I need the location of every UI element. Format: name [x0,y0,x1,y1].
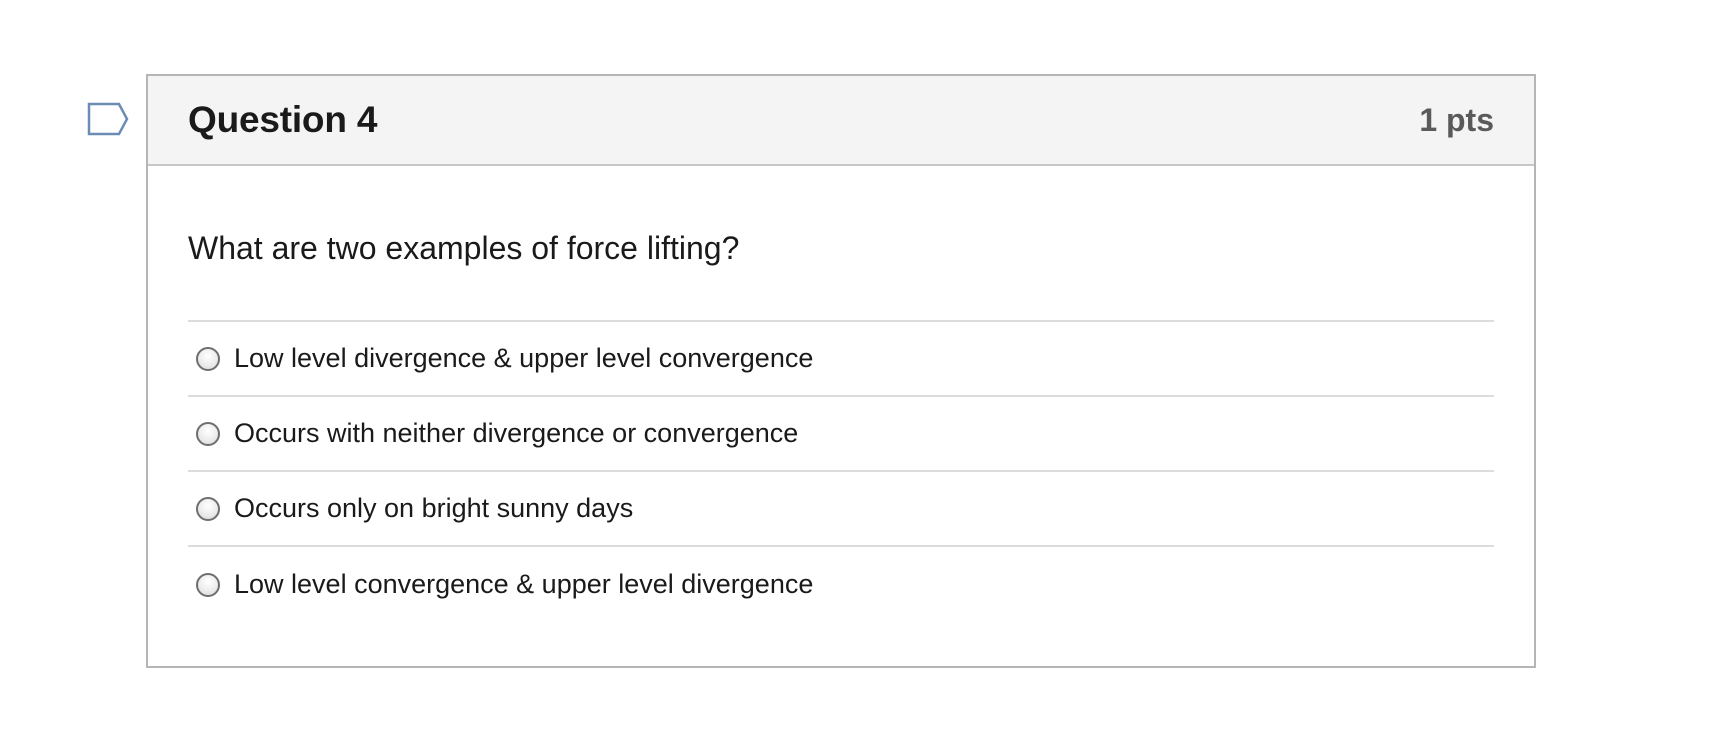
radio-button[interactable] [196,421,220,446]
question-text: What are two examples of force lifting? [188,230,740,266]
answer-option[interactable]: Low level convergence & upper level dive… [188,547,1494,622]
question-body: What are two examples of force lifting? … [148,228,1534,622]
radio-button[interactable] [196,572,220,597]
answer-label: Occurs with neither divergence or conver… [234,418,799,448]
radio-button[interactable] [196,346,220,371]
radio-button[interactable] [196,496,220,521]
answer-label: Occurs only on bright sunny days [234,493,634,523]
answer-option[interactable]: Low level divergence & upper level conve… [188,322,1494,397]
answer-label: Low level divergence & upper level conve… [234,343,814,373]
answer-list: Low level divergence & upper level conve… [188,320,1494,622]
question-card: Question 4 1 pts What are two examples o… [146,74,1536,668]
flag-icon [87,102,129,136]
answer-option[interactable]: Occurs with neither divergence or conver… [188,397,1494,472]
answer-option[interactable]: Occurs only on bright sunny days [188,472,1494,547]
flag-question-icon[interactable] [87,102,129,136]
answer-label: Low level convergence & upper level dive… [234,569,814,599]
question-points: 1 pts [1419,101,1494,138]
question-title: Question 4 [188,99,378,140]
quiz-page: Question 4 1 pts What are two examples o… [0,0,1730,735]
question-header: Question 4 1 pts [148,76,1534,166]
